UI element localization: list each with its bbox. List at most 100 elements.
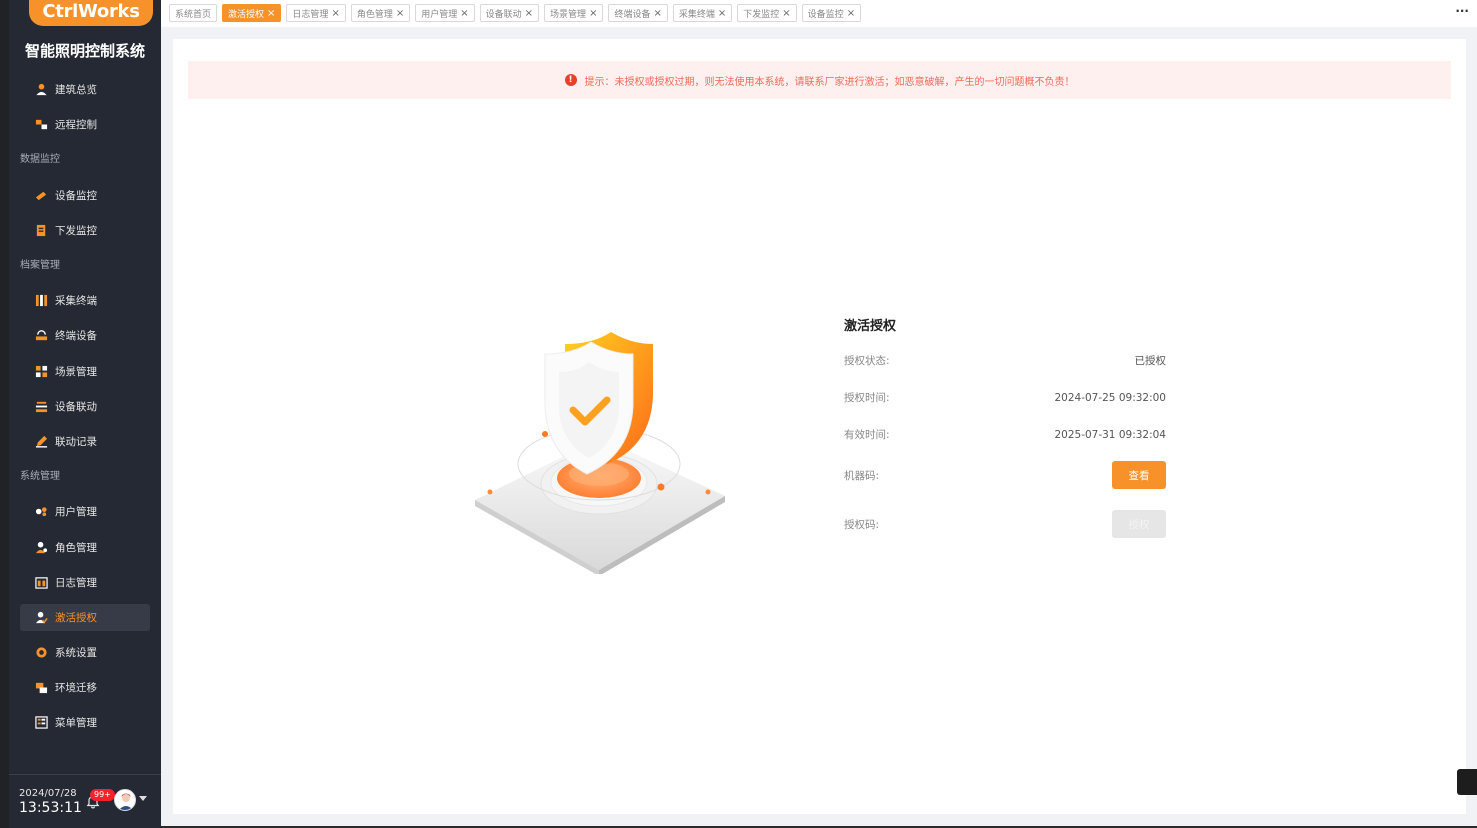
alert-text: 提示：未授权或授权过期，则无法使用本系统，请联系厂家进行激活；如恶意破解，产生的… (584, 76, 1075, 88)
tab-bar: 系统首页 激活授权 × 日志管理 × 角色管理 × 用户管理 × 设备联动 × 场景管理 × 终端设备 × 采… (161, 0, 1477, 27)
tab-label: 下发监控 (743, 9, 780, 20)
sidebar-item[interactable]: 菜单管理 (9, 705, 161, 740)
tab[interactable]: 系统首页 (169, 4, 218, 22)
sidebar-item[interactable]: 设备监控 (9, 178, 161, 213)
sidebar-item-label: 联动记录 (55, 435, 97, 448)
avatar[interactable] (114, 789, 136, 811)
sidebar-item[interactable]: 联动记录 (9, 424, 161, 459)
status-value: 已授权 (1134, 355, 1167, 367)
sidebar-item[interactable]: 环境迁移 (9, 670, 161, 705)
logo: CtrlWorks (29, 0, 153, 26)
sidebar-item[interactable]: 下发监控 (9, 213, 161, 248)
sidebar-item[interactable]: 设备联动 (9, 389, 161, 424)
current-date: 2024/07/28 (19, 788, 77, 799)
machine-code-row: 机器码: 查看 (844, 461, 1166, 489)
sidebar-item-label: 建筑总览 (55, 84, 97, 97)
auth-time-row: 授权时间: 2024-07-25 09:32:00 (844, 390, 1166, 405)
tab[interactable]: 日志管理 × (286, 4, 346, 22)
close-icon[interactable]: × (525, 8, 533, 19)
sidebar-item-label: 下发监控 (55, 224, 97, 237)
valid-time-label: 有效时间: (844, 429, 890, 441)
sidebar-item-label: 采集终端 (55, 295, 97, 308)
sidebar-item[interactable]: 远程控制 (9, 107, 161, 142)
tab[interactable]: 采集终端 × (672, 4, 733, 22)
auth-code-label: 授权码: (844, 518, 880, 531)
tab[interactable]: 场景管理 × (544, 4, 604, 22)
tab-label: 终端设备 (614, 9, 651, 20)
close-icon[interactable]: × (847, 8, 855, 19)
tab[interactable]: 终端设备 × (608, 4, 668, 22)
license-panel: 激活授权 授权状态: 已授权 授权时间: 2024-07-25 09:32:00… (844, 315, 1166, 538)
license-alert: ! 提示：未授权或授权过期，则无法使用本系统，请联系厂家进行激活；如恶意破解，产… (188, 61, 1451, 99)
close-icon[interactable]: × (331, 8, 339, 19)
record-icon (34, 434, 48, 448)
tab[interactable]: 设备监控 × (801, 4, 862, 22)
auth-time-value: 2024-07-25 09:32:00 (1054, 391, 1166, 404)
log-icon (34, 575, 48, 589)
sidebar-item[interactable]: 系统设置 (9, 635, 161, 670)
valid-time-value: 2025-07-31 09:32:04 (1054, 428, 1166, 441)
sidebar-item-label: 终端设备 (55, 330, 97, 343)
sidebar-item-label: 用户管理 (55, 506, 97, 519)
tab-label: 角色管理 (356, 9, 393, 20)
remote-control-icon (34, 118, 48, 132)
floating-widget[interactable] (1457, 769, 1477, 795)
sidebar-item[interactable]: 场景管理 (9, 354, 161, 389)
sidebar-item-label: 日志管理 (55, 576, 97, 589)
sidebar-item-label: 角色管理 (55, 541, 97, 554)
chevron-down-icon[interactable] (139, 796, 147, 801)
close-icon[interactable]: × (267, 8, 275, 19)
settings-icon (34, 646, 48, 660)
tab-label: 激活授权 (228, 9, 265, 20)
close-icon[interactable]: × (782, 8, 790, 19)
sidebar-item[interactable]: 日志管理 (9, 565, 161, 600)
tab-label: 设备联动 (485, 9, 522, 20)
sidebar-item[interactable]: 角色管理 (9, 529, 161, 564)
migrate-icon (34, 681, 48, 695)
status-label: 授权状态: (844, 355, 890, 367)
close-icon[interactable]: × (396, 8, 404, 19)
system-title: 智能照明控制系统 (24, 42, 145, 60)
tab[interactable]: 下发监控 × (737, 4, 797, 22)
close-icon[interactable]: × (718, 8, 726, 19)
license-title: 激活授权 (844, 319, 897, 334)
linkage-icon (34, 399, 48, 413)
auth-time-label: 授权时间: (844, 392, 890, 404)
scene-icon (34, 364, 48, 378)
sidebar-item[interactable]: 建筑总览 (9, 72, 161, 107)
alert-icon: ! (564, 74, 577, 86)
sidebar-footer: 2024/07/28 13:53:11 99+ (9, 774, 161, 828)
tab[interactable]: 角色管理 × (350, 4, 411, 22)
collector-icon (34, 294, 48, 308)
sidebar-item-label: 远程控制 (55, 119, 97, 132)
tab[interactable]: 设备联动 × (479, 4, 540, 22)
sidebar-item[interactable]: 终端设备 (9, 318, 161, 353)
sidebar-menu: 建筑总览远程控制数据监控设备监控下发监控档案管理采集终端终端设备场景管理设备联动… (9, 72, 161, 741)
sidebar-item-label: 场景管理 (55, 365, 97, 378)
terminal-icon (34, 329, 48, 343)
tab[interactable]: 用户管理 × (415, 4, 475, 22)
sidebar-item[interactable]: 采集终端 (9, 283, 161, 318)
close-icon[interactable]: × (653, 8, 661, 19)
tab[interactable]: 激活授权 × (222, 4, 282, 22)
sidebar-item-label: 激活授权 (55, 611, 97, 624)
tab-list: 系统首页 激活授权 × 日志管理 × 角色管理 × 用户管理 × 设备联动 × 场景管理 × 终端设备 × 采… (169, 4, 862, 22)
view-machine-code-button[interactable]: 查看 (1112, 461, 1166, 489)
more-icon[interactable]: ··· (1455, 4, 1469, 18)
role-icon (34, 540, 48, 554)
close-icon[interactable]: × (460, 8, 468, 19)
sidebar-group-label: 数据监控 (20, 154, 60, 166)
close-icon[interactable]: × (589, 8, 597, 19)
machine-code-label: 机器码: (844, 469, 880, 482)
sidebar-item[interactable]: 用户管理 (9, 494, 161, 529)
current-time: 13:53:11 (19, 800, 82, 816)
notification-badge: 99+ (90, 789, 115, 801)
sidebar-item[interactable]: 激活授权 (9, 600, 161, 635)
sidebar-item-label: 设备监控 (55, 189, 97, 202)
users-icon (34, 505, 48, 519)
main-content: ! 提示：未授权或授权过期，则无法使用本系统，请联系厂家进行激活；如恶意破解，产… (173, 39, 1466, 814)
valid-time-row: 有效时间: 2025-07-31 09:32:04 (844, 427, 1166, 442)
tab-label: 用户管理 (421, 9, 458, 20)
authorize-button[interactable]: 授权 (1112, 510, 1166, 538)
sidebar-group-label: 档案管理 (20, 259, 60, 271)
